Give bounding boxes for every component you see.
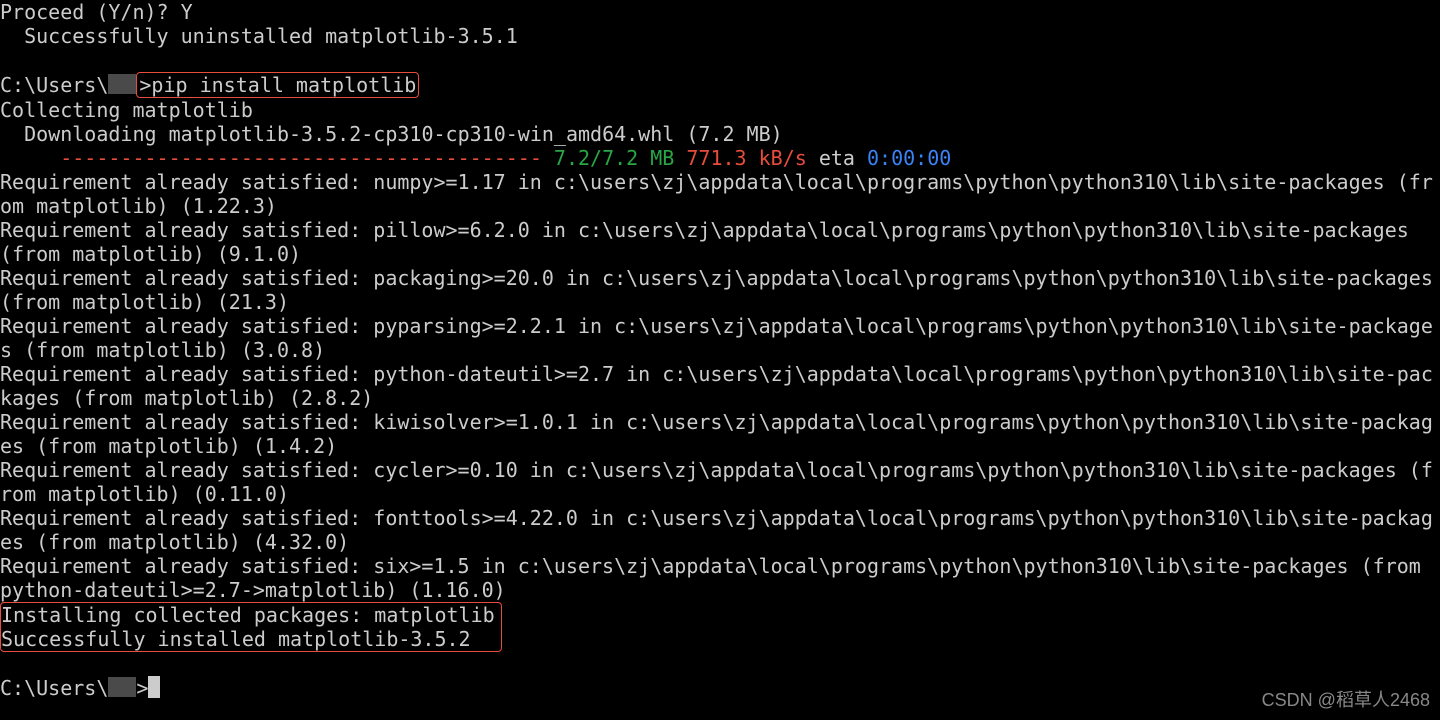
line-blank [0, 48, 12, 72]
watermark: CSDN @稻草人2468 [1262, 688, 1430, 712]
highlight-install-cmd: >pip install matplotlib [136, 72, 419, 98]
req-packaging: Requirement already satisfied: packaging… [0, 266, 1440, 314]
line-proceed: Proceed (Y/n)? Y [0, 0, 193, 24]
progress-speed: 771.3 kB/s [686, 146, 806, 170]
req-kiwi: Requirement already satisfied: kiwisolve… [0, 410, 1433, 458]
req-pillow: Requirement already satisfied: pillow>=6… [0, 218, 1421, 266]
req-fonttools: Requirement already satisfied: fonttools… [0, 506, 1433, 554]
prompt-gt: > [139, 73, 151, 97]
terminal-output[interactable]: Proceed (Y/n)? Y Successfully uninstalle… [0, 0, 1440, 700]
prompt-prefix: C:\Users\ [0, 73, 108, 97]
line-installing: Installing collected packages: matplotli… [1, 603, 495, 627]
progress-size: 7.2/7.2 MB [554, 146, 674, 170]
line-success: Successfully installed matplotlib-3.5.2 [1, 627, 471, 651]
prompt-gt-2: > [136, 676, 148, 700]
line-uninstalled: Successfully uninstalled matplotlib-3.5.… [0, 24, 518, 48]
progress-bar: ---------------------------------------- [0, 146, 554, 170]
req-six: Requirement already satisfied: six>=1.5 … [0, 554, 1433, 602]
masked-user-2 [108, 677, 136, 697]
masked-user [108, 74, 136, 94]
cursor-icon [148, 676, 160, 698]
prompt-prefix-2: C:\Users\ [0, 676, 108, 700]
req-pyparsing: Requirement already satisfied: pyparsing… [0, 314, 1433, 362]
req-dateutil: Requirement already satisfied: python-da… [0, 362, 1433, 410]
line-blank2 [0, 652, 12, 676]
req-cycler: Requirement already satisfied: cycler>=0… [0, 458, 1433, 506]
line-collecting: Collecting matplotlib [0, 98, 253, 122]
req-numpy: Requirement already satisfied: numpy>=1.… [0, 170, 1433, 218]
install-cmd: pip install matplotlib [151, 73, 416, 97]
eta-label: eta [819, 146, 855, 170]
highlight-install-result: Installing collected packages: matplotli… [0, 602, 502, 652]
line-downloading: Downloading matplotlib-3.5.2-cp310-cp310… [0, 122, 783, 146]
eta-time: 0:00:00 [867, 146, 951, 170]
